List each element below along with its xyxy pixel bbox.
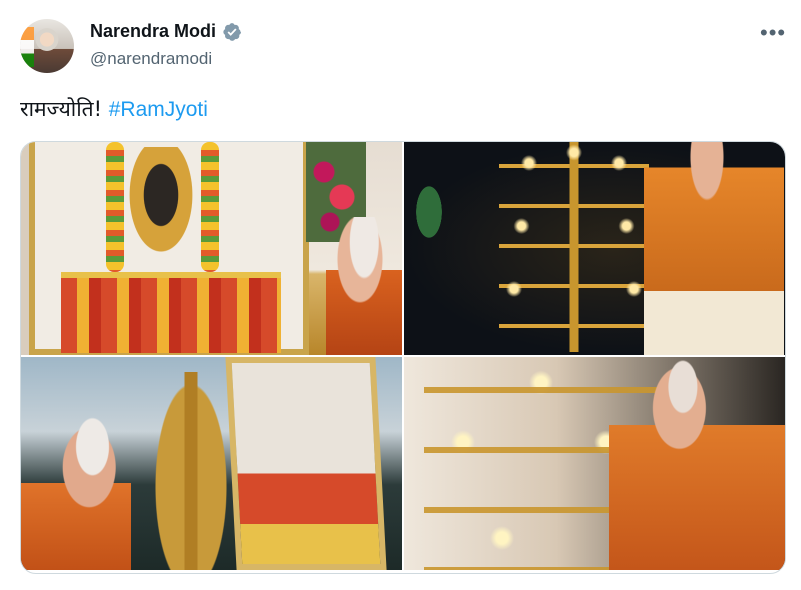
person-figure	[644, 142, 784, 355]
avatar-flag-detail	[20, 27, 34, 67]
person-figure	[21, 412, 131, 570]
more-options-icon[interactable]: •••	[760, 22, 786, 44]
media-photo-1[interactable]	[21, 142, 402, 355]
person-figure	[326, 217, 402, 355]
idol-figure	[121, 147, 201, 267]
media-photo-4[interactable]	[404, 357, 785, 570]
brass-lampstand	[151, 372, 231, 570]
tweet-text: रामज्योति! #RamJyoti	[20, 95, 208, 123]
garland-right	[201, 142, 219, 272]
hashtag-link[interactable]: #RamJyoti	[109, 98, 208, 121]
media-photo-3[interactable]	[21, 357, 402, 570]
framed-picture	[225, 357, 387, 570]
tweet-text-body: रामज्योति!	[20, 97, 109, 121]
author-name-row: Narendra Modi	[90, 21, 242, 42]
author-handle[interactable]: @narendramodi	[90, 49, 212, 69]
verified-badge-icon[interactable]	[222, 22, 242, 42]
media-photo-2[interactable]	[404, 142, 785, 355]
lamp-flames	[499, 142, 649, 352]
avatar[interactable]	[20, 19, 74, 73]
media-grid	[20, 141, 786, 574]
lit-tree	[414, 182, 444, 242]
display-name[interactable]: Narendra Modi	[90, 21, 216, 42]
altar	[61, 272, 281, 353]
person-figure	[609, 357, 785, 570]
